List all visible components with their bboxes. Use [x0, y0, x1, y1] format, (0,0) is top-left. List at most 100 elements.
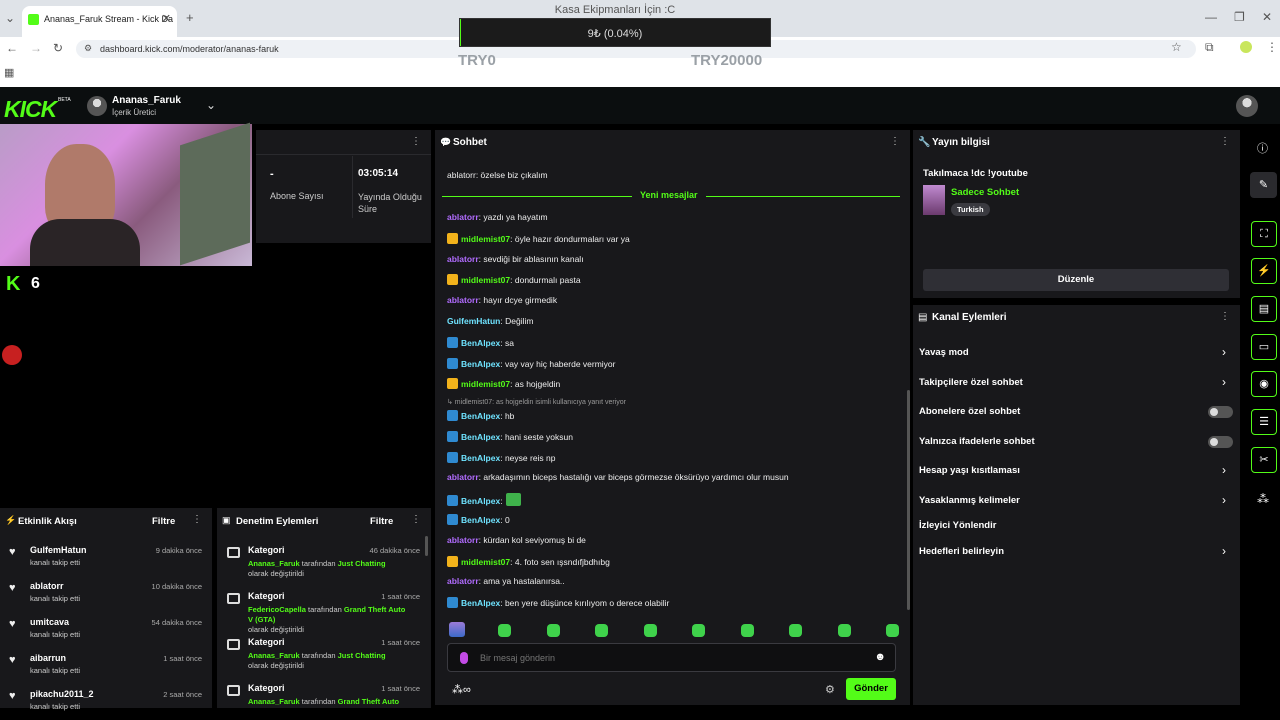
- chat-username[interactable]: ablatorr: [447, 295, 479, 305]
- activity-username[interactable]: aibarrun: [30, 653, 66, 663]
- toggle-switch[interactable]: [1208, 406, 1233, 418]
- apps-grid-icon[interactable]: ▦: [4, 66, 14, 79]
- chat-username[interactable]: BenAlpex: [461, 411, 500, 421]
- channel-actions-menu-icon[interactable]: ⋮: [1220, 311, 1230, 322]
- site-info-icon[interactable]: ⚙: [84, 43, 92, 54]
- chat-input-box[interactable]: ☻: [447, 643, 896, 672]
- emote-icon[interactable]: [837, 624, 851, 637]
- back-icon[interactable]: ←: [6, 41, 18, 55]
- tab-search-icon[interactable]: ⌄: [5, 11, 15, 25]
- tools-icon[interactable]: ✂: [1251, 447, 1277, 473]
- activity-username[interactable]: pikachu2011_2: [30, 689, 94, 699]
- channel-action-item[interactable]: Hesap yaşı kısıtlaması: [919, 465, 1020, 476]
- channel-action-item[interactable]: İzleyici Yönlendir: [919, 520, 996, 531]
- emote-icon[interactable]: [692, 624, 705, 637]
- chat-scrollbar[interactable]: [907, 390, 910, 610]
- toggle-switch[interactable]: [1208, 436, 1233, 448]
- chevron-right-icon[interactable]: ›: [1222, 375, 1226, 389]
- activity-username[interactable]: GulfemHatun: [30, 545, 87, 555]
- chat-username[interactable]: ablatorr: [447, 535, 479, 545]
- moderator-name[interactable]: Ananas_Faruk: [248, 697, 300, 706]
- menu-dots-icon[interactable]: ⋮: [1266, 40, 1278, 54]
- activity-filter-button[interactable]: Filtre: [152, 516, 175, 527]
- category-name[interactable]: Just Chatting: [338, 559, 386, 568]
- forward-icon[interactable]: →: [30, 41, 42, 55]
- chat-username[interactable]: midlemist07: [461, 379, 510, 389]
- chat-username[interactable]: BenAlpex: [461, 496, 500, 506]
- new-tab-icon[interactable]: +: [186, 10, 194, 25]
- minimize-icon[interactable]: —: [1205, 10, 1217, 24]
- channel-action-item[interactable]: Takipçilere özel sohbet: [919, 377, 1023, 388]
- emote-icon[interactable]: [886, 624, 899, 637]
- layout-icon[interactable]: ☰: [1251, 409, 1277, 435]
- chat-username[interactable]: BenAlpex: [461, 453, 500, 463]
- chat-username[interactable]: ablatorr: [447, 576, 479, 586]
- moderation-menu-icon[interactable]: ⋮: [411, 514, 421, 525]
- profile-icon[interactable]: [1240, 41, 1252, 53]
- moderation-filter-button[interactable]: Filtre: [370, 516, 393, 527]
- emote-picker-avatar[interactable]: [449, 622, 465, 637]
- stream-category[interactable]: Sadece Sohbet: [951, 187, 1019, 198]
- chat-username[interactable]: ablatorr: [447, 254, 479, 264]
- channel-action-item[interactable]: Yavaş mod: [919, 347, 969, 358]
- bookmark-star-icon[interactable]: ☆: [1171, 40, 1182, 54]
- activity-username[interactable]: umitcava: [30, 617, 69, 627]
- edit-button[interactable]: Düzenle: [923, 269, 1229, 291]
- fullscreen-icon[interactable]: ⛶: [1251, 221, 1277, 247]
- emote-icon[interactable]: [789, 624, 802, 637]
- browser-tab[interactable]: Ananas_Faruk Stream - Kick Da ✕: [22, 6, 177, 37]
- maximize-icon[interactable]: ❐: [1234, 10, 1245, 24]
- category-name[interactable]: Grand Theft Auto: [338, 697, 399, 706]
- info-icon[interactable]: ⓘ: [1257, 140, 1268, 156]
- moderator-name[interactable]: Ananas_Faruk: [248, 651, 300, 660]
- more-tools-icon[interactable]: ⁂: [1257, 492, 1269, 506]
- emote-icon[interactable]: [643, 624, 657, 637]
- chat-tools-icon[interactable]: ⁂∞: [452, 683, 471, 696]
- emote-icon[interactable]: [546, 624, 560, 637]
- channel-action-item[interactable]: Abonelere özel sohbet: [919, 406, 1020, 417]
- emoji-icon[interactable]: ☻: [874, 651, 886, 663]
- chat-username[interactable]: ablatorr: [447, 472, 479, 482]
- extensions-icon[interactable]: ⧉: [1205, 40, 1214, 55]
- chevron-right-icon[interactable]: ›: [1222, 463, 1226, 477]
- chat-settings-icon[interactable]: ⚙: [825, 683, 835, 696]
- send-button[interactable]: Gönder: [846, 678, 896, 700]
- activity-username[interactable]: ablatorr: [30, 581, 64, 591]
- close-window-icon[interactable]: ✕: [1262, 10, 1272, 24]
- chat-username[interactable]: BenAlpex: [461, 338, 500, 348]
- user-avatar[interactable]: [1236, 95, 1258, 117]
- microphone-icon[interactable]: [460, 652, 468, 664]
- chevron-right-icon[interactable]: ›: [1222, 544, 1226, 558]
- chat-username[interactable]: BenAlpex: [461, 359, 500, 369]
- chat-username[interactable]: midlemist07: [461, 275, 510, 285]
- channel-action-item[interactable]: Hedefleri belirleyin: [919, 546, 1004, 557]
- chevron-right-icon[interactable]: ›: [1222, 345, 1226, 359]
- chat-icon[interactable]: ▭: [1251, 334, 1277, 360]
- chat-username[interactable]: BenAlpex: [461, 515, 500, 525]
- chat-username[interactable]: GulfemHatun: [447, 316, 500, 326]
- chat-username[interactable]: BenAlpex: [461, 432, 500, 442]
- chat-message-input[interactable]: [480, 650, 860, 666]
- category-name[interactable]: Just Chatting: [338, 651, 386, 660]
- chat-username[interactable]: midlemist07: [461, 557, 510, 567]
- lightning-icon[interactable]: ⚡: [1251, 258, 1277, 284]
- chat-menu-icon[interactable]: ⋮: [890, 136, 900, 147]
- kick-logo[interactable]: KICK: [4, 96, 57, 123]
- channel-action-item[interactable]: Yalnızca ifadelerle sohbet: [919, 436, 1035, 447]
- channel-action-item[interactable]: Yasaklanmış kelimeler: [919, 495, 1020, 506]
- activity-menu-icon[interactable]: ⋮: [192, 514, 202, 525]
- moderation-scrollbar[interactable]: [425, 536, 428, 556]
- chat-username[interactable]: BenAlpex: [461, 598, 500, 608]
- chevron-right-icon[interactable]: ›: [1222, 493, 1226, 507]
- chat-username[interactable]: ablatorr: [447, 212, 479, 222]
- emote-icon[interactable]: [498, 624, 511, 637]
- broadcast-icon[interactable]: ◉: [1251, 371, 1277, 397]
- stream-info-menu-icon[interactable]: ⋮: [1220, 136, 1230, 147]
- moderator-name[interactable]: Ananas_Faruk: [248, 559, 300, 568]
- emote-icon[interactable]: [595, 624, 608, 637]
- stats-menu-icon[interactable]: ⋮: [411, 136, 421, 147]
- close-tab-icon[interactable]: ✕: [162, 12, 171, 25]
- edit-pencil-icon[interactable]: ✎: [1250, 172, 1277, 198]
- notes-icon[interactable]: ▤: [1251, 296, 1277, 322]
- chevron-down-icon[interactable]: ⌄: [206, 98, 216, 112]
